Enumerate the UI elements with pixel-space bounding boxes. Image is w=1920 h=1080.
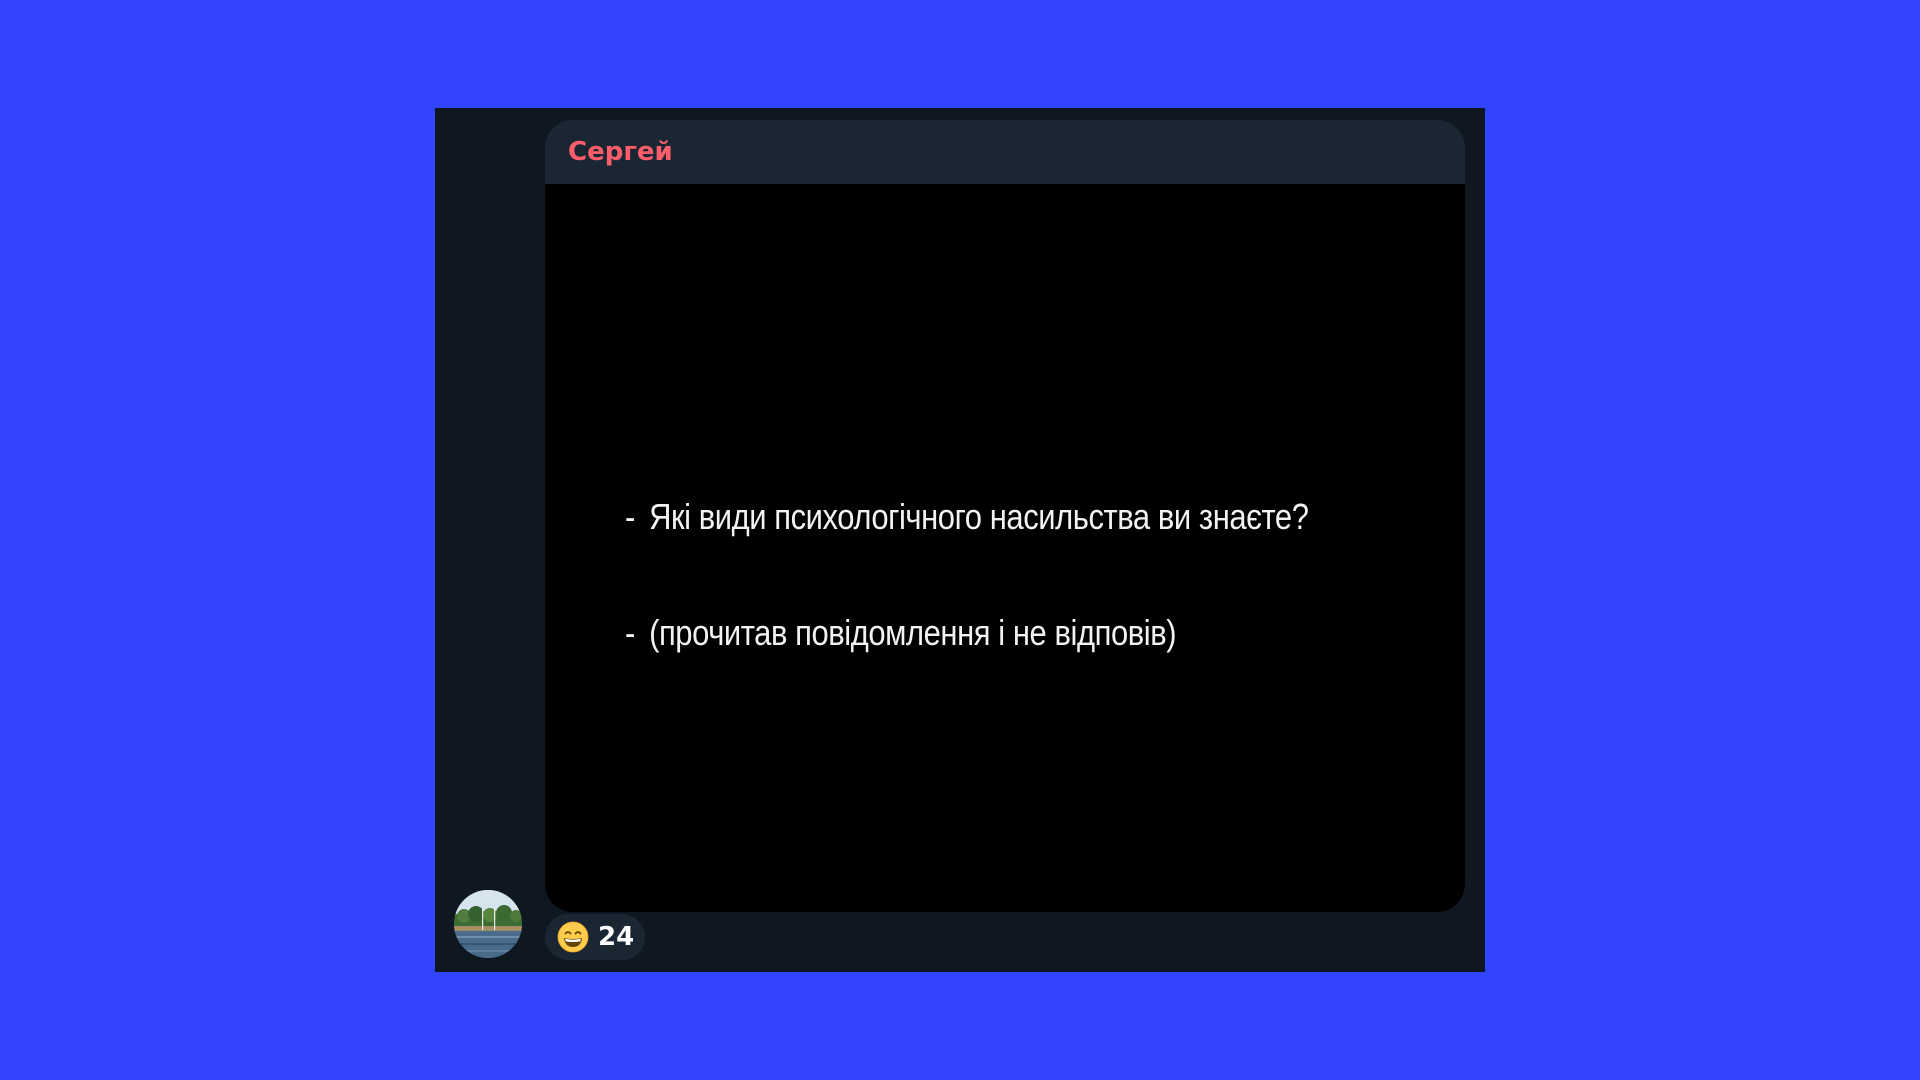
image-text-line-2: - (прочитав повідомлення і не відповів) [625, 612, 1177, 654]
grinning-face-icon [557, 921, 589, 953]
avatar-photo-icon [454, 890, 522, 958]
reaction-count: 24 [598, 922, 635, 952]
avatar[interactable] [454, 890, 522, 958]
chat-window: Сергей - Які види психологічного насильст… [435, 108, 1485, 972]
image-text-answer: (прочитав повідомлення і не відповів) [649, 612, 1177, 653]
message-image[interactable]: - Які види психологічного насильства ви з… [545, 184, 1465, 912]
image-text-dash-1: - [625, 496, 635, 537]
message-header: Сергей [545, 120, 1465, 184]
sender-name[interactable]: Сергей [568, 137, 673, 167]
message-bubble[interactable]: Сергей - Які види психологічного насильст… [545, 120, 1465, 912]
image-text-dash-2: - [625, 612, 635, 653]
image-text-question: Які види психологічного насильства ви зн… [649, 496, 1309, 537]
image-text-line-1: - Які види психологічного насильства ви з… [625, 496, 1309, 538]
reaction-button[interactable]: 24 [545, 914, 645, 960]
